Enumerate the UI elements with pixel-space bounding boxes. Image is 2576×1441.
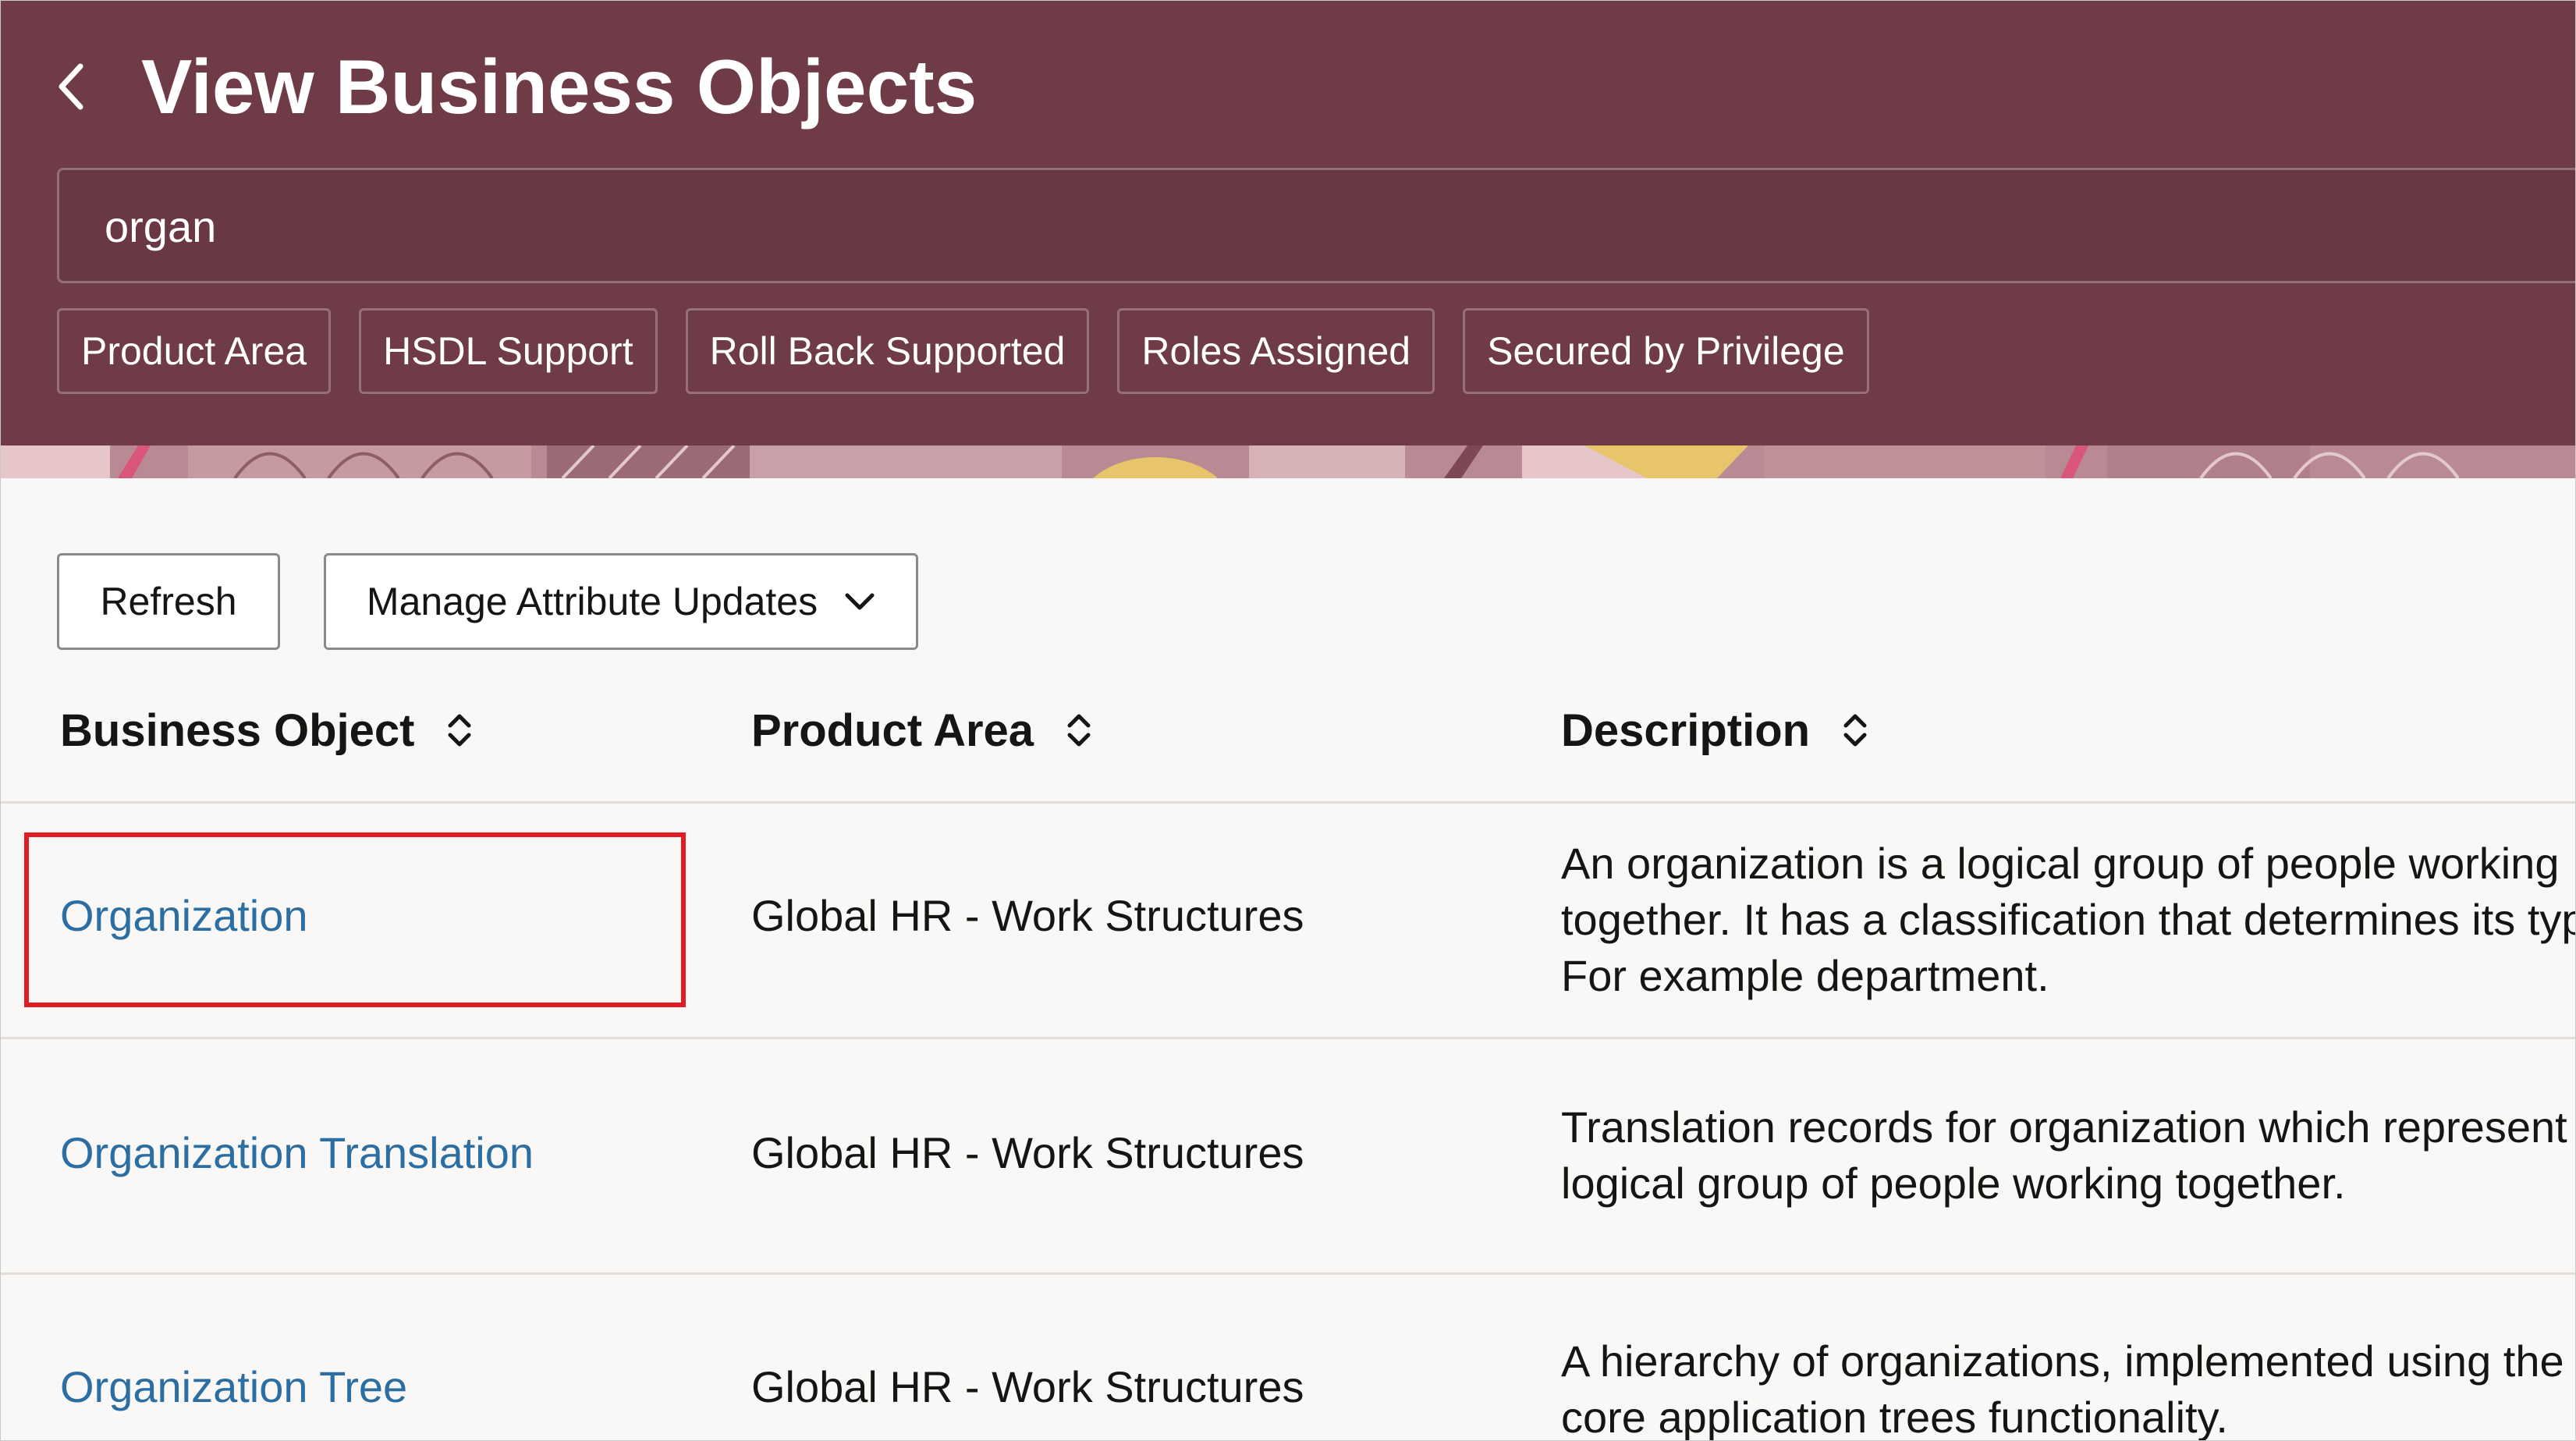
filter-roles-assigned[interactable]: Roles Assigned bbox=[1117, 308, 1435, 394]
filter-roll-back-supported[interactable]: Roll Back Supported bbox=[685, 308, 1090, 394]
sort-icon[interactable] bbox=[445, 710, 474, 751]
search-input[interactable] bbox=[103, 170, 2446, 282]
column-header-label: Description bbox=[1561, 705, 1811, 756]
column-header-product-area[interactable]: Product Area bbox=[751, 695, 1093, 765]
sort-icon[interactable] bbox=[1841, 710, 1869, 751]
chevron-left-icon bbox=[59, 63, 83, 110]
business-object-link[interactable]: Organization Translation bbox=[60, 1127, 534, 1178]
manage-attribute-updates-label: Manage Attribute Updates bbox=[366, 580, 818, 623]
column-header-label: Business Object bbox=[60, 705, 415, 756]
product-area-cell: Global HR - Work Structures bbox=[751, 891, 1304, 940]
description-cell: Translation records for organization whi… bbox=[1561, 1099, 2575, 1212]
description-cell: An organization is a logical group of pe… bbox=[1561, 836, 2575, 1004]
description-line: together. It has a classification that d… bbox=[1561, 895, 2575, 944]
page-title: View Business Objects bbox=[141, 44, 978, 130]
column-header-description[interactable]: Description bbox=[1561, 695, 1869, 765]
manage-attribute-updates-button[interactable]: Manage Attribute Updates bbox=[324, 553, 918, 650]
table-row: Organization Tree Global HR - Work Struc… bbox=[1, 1276, 2575, 1441]
filter-hsdl-support[interactable]: HSDL Support bbox=[359, 308, 658, 394]
filter-chips: Product Area HSDL Support Roll Back Supp… bbox=[57, 308, 1869, 394]
back-button[interactable] bbox=[49, 55, 93, 118]
column-header-label: Product Area bbox=[751, 705, 1034, 756]
table-header-divider bbox=[1, 801, 2575, 804]
highlight-annotation bbox=[24, 832, 686, 1007]
table-row: Organization Translation Global HR - Wor… bbox=[1, 1040, 2575, 1274]
description-line: Translation records for organization whi… bbox=[1561, 1102, 2567, 1152]
toolbar: Refresh Manage Attribute Updates bbox=[57, 553, 918, 650]
app-window: View Business Objects Product Area HSDL … bbox=[0, 0, 2576, 1441]
row-divider bbox=[1, 1037, 2575, 1039]
description-line: An organization is a logical group of pe… bbox=[1561, 839, 2560, 888]
search-box[interactable] bbox=[57, 168, 2575, 283]
sort-icon[interactable] bbox=[1065, 710, 1093, 751]
description-line: For example department. bbox=[1561, 951, 2049, 1000]
product-area-cell: Global HR - Work Structures bbox=[751, 1128, 1304, 1177]
chevron-down-icon bbox=[845, 593, 875, 610]
description-cell: A hierarchy of organizations, implemente… bbox=[1561, 1333, 2575, 1441]
refresh-button[interactable]: Refresh bbox=[57, 553, 280, 650]
column-header-business-object[interactable]: Business Object bbox=[60, 695, 474, 765]
business-object-link[interactable]: Organization Tree bbox=[60, 1361, 407, 1412]
description-line: A hierarchy of organizations, implemente… bbox=[1561, 1336, 2564, 1386]
description-line: logical group of people working together… bbox=[1561, 1159, 2346, 1208]
decorative-banner bbox=[1, 445, 2575, 478]
page-header: View Business Objects Product Area HSDL … bbox=[1, 1, 2575, 478]
row-divider bbox=[1, 1272, 2575, 1275]
description-line: core application trees functionality. bbox=[1561, 1393, 2228, 1441]
product-area-cell: Global HR - Work Structures bbox=[751, 1362, 1304, 1411]
filter-secured-by-privilege[interactable]: Secured by Privilege bbox=[1463, 308, 1869, 394]
filter-product-area[interactable]: Product Area bbox=[57, 308, 332, 394]
